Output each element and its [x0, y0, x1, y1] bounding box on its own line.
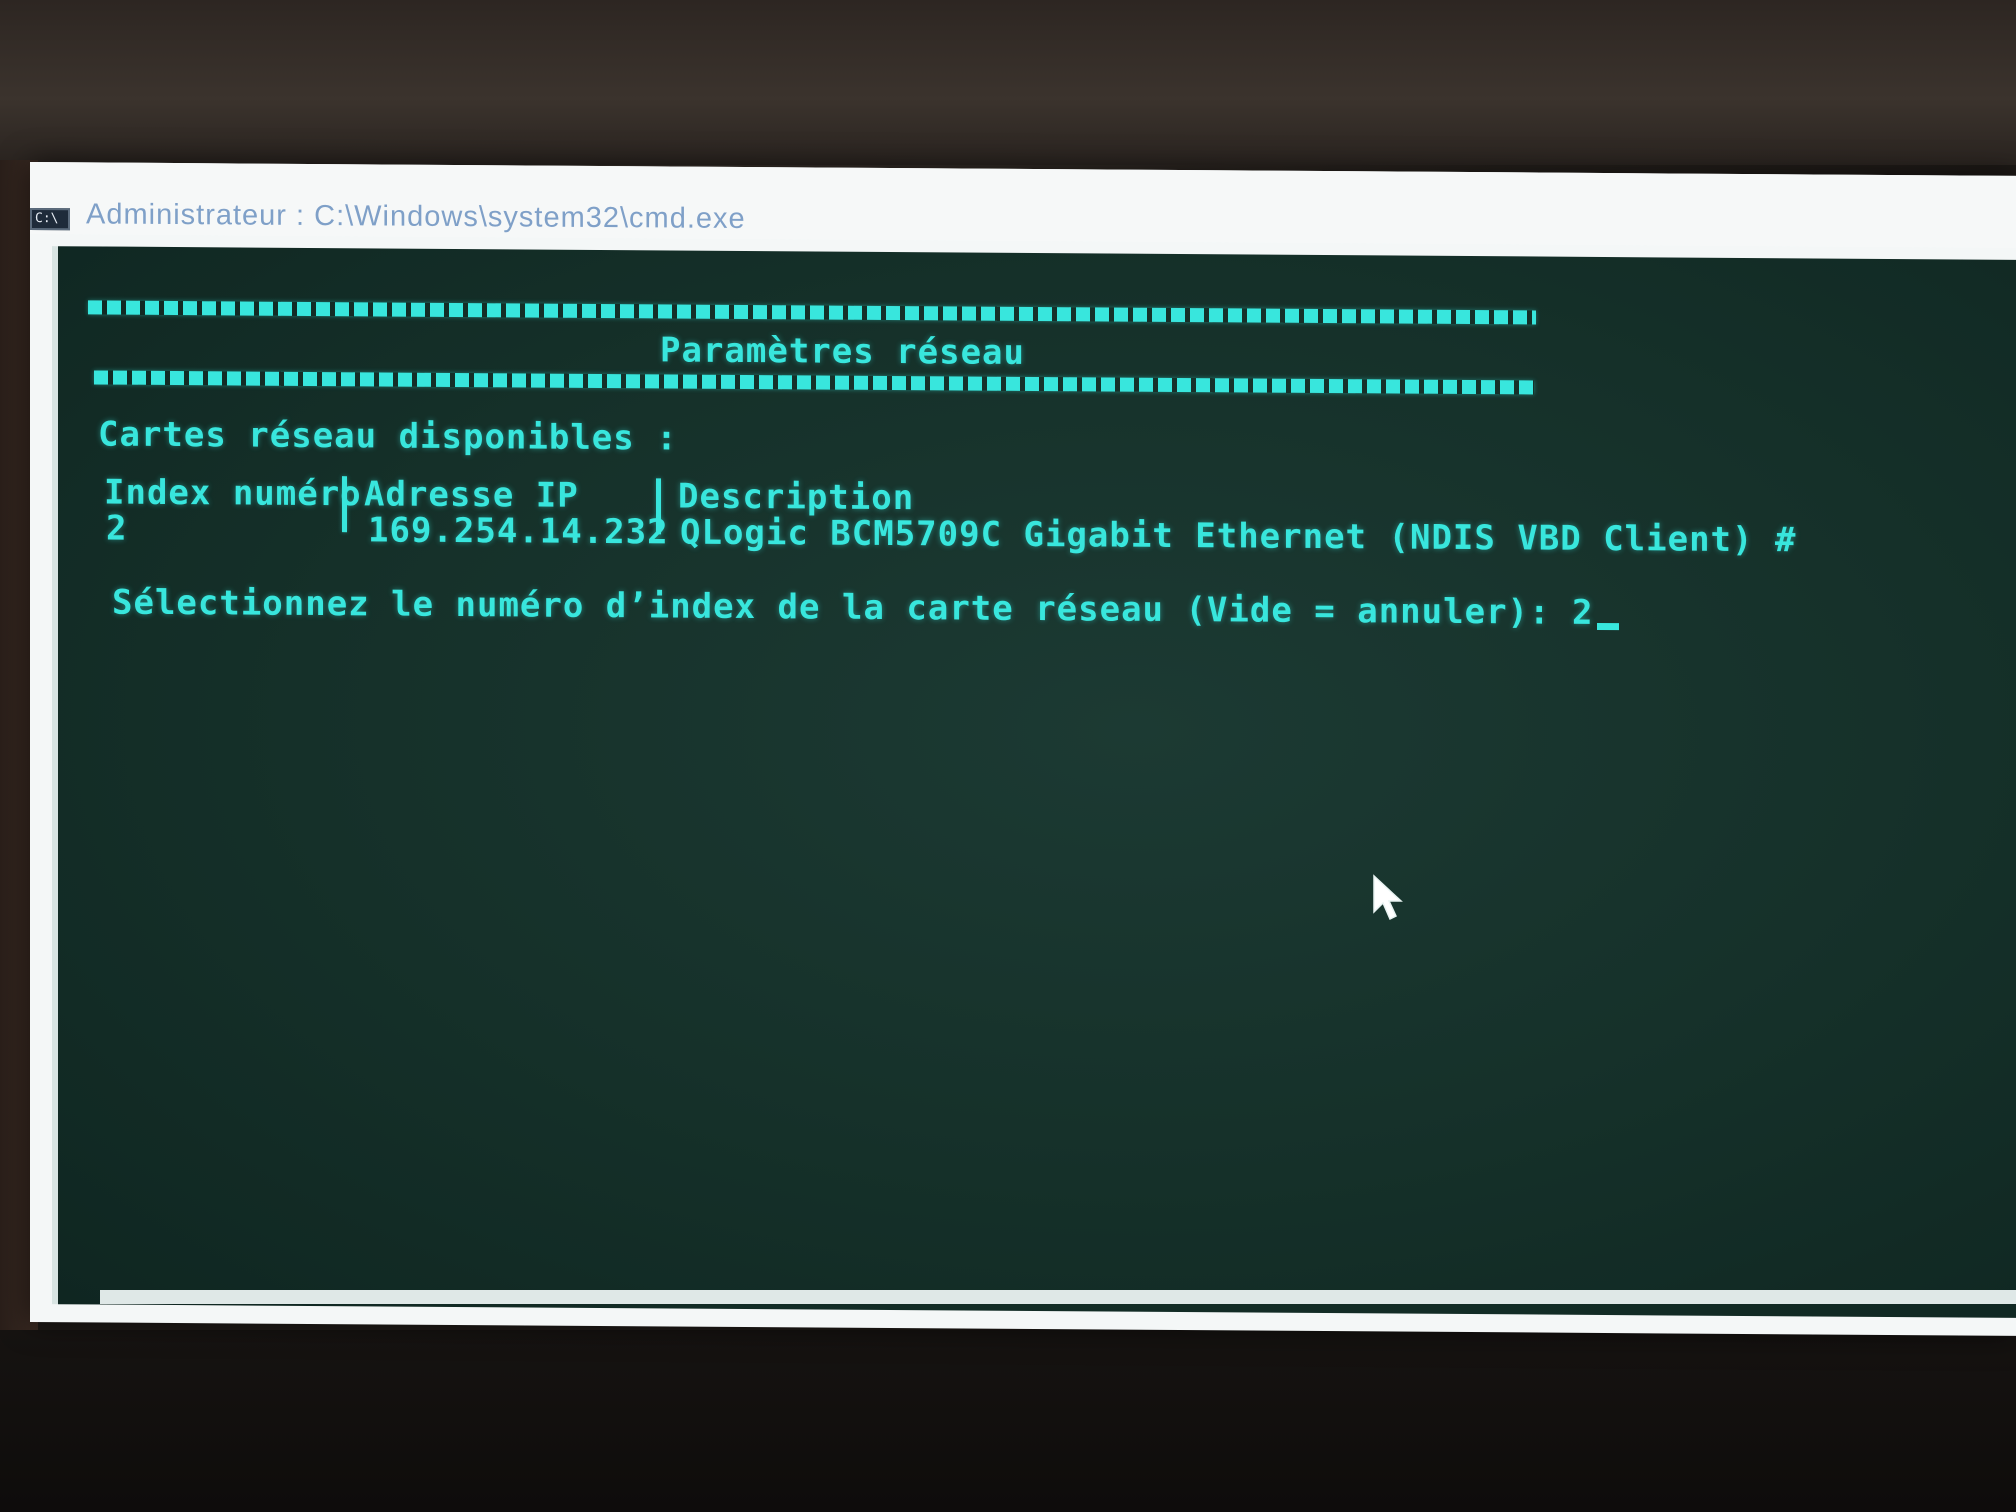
cmd-window: C:\ Administrateur : C:\Windows\system32… — [30, 162, 2016, 1336]
table-row-index: 2 — [106, 508, 128, 549]
page-title: Paramètres réseau — [660, 330, 1025, 373]
table-row-description: QLogic BCM5709C Gigabit Ethernet (NDIS V… — [680, 512, 1797, 561]
window-title: Administrateur : C:\Windows\system32\cmd… — [86, 198, 746, 235]
title-bar[interactable]: C:\ Administrateur : C:\Windows\system32… — [30, 162, 2016, 248]
console-area[interactable]: Paramètres réseau Cartes réseau disponib… — [52, 246, 2016, 1318]
prompt-input-value[interactable]: 2 — [1572, 593, 1593, 633]
monitor-bezel-top — [0, 0, 2016, 165]
cmd-window-icon[interactable]: C:\ — [30, 208, 70, 231]
monitor-bezel-bottom — [0, 1330, 2016, 1512]
adapters-label: Cartes réseau disponibles : — [98, 414, 678, 459]
prompt-text: Sélectionnez le numéro d’index de la car… — [112, 582, 1572, 633]
window-bottom-border — [100, 1290, 2016, 1304]
table-row-ip: 169.254.14.232 — [368, 510, 669, 553]
text-cursor — [1597, 622, 1620, 631]
column-header-index: Index numéro — [104, 472, 362, 515]
header-rule-top — [88, 300, 1536, 325]
mouse-pointer-icon — [1373, 874, 1403, 921]
column-separator — [342, 476, 347, 533]
header-rule-bottom — [94, 370, 1534, 395]
selection-prompt[interactable]: Sélectionnez le numéro d’index de la car… — [112, 582, 1620, 634]
